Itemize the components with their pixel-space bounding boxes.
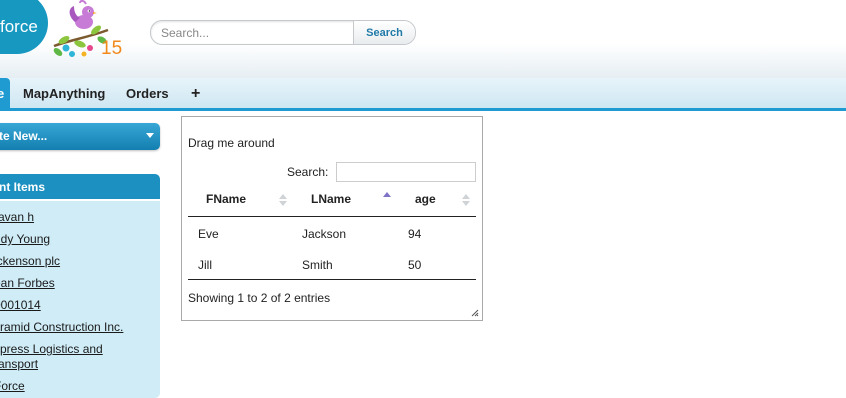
tab-home-label: e [0,86,5,101]
recent-item[interactable]: Force [0,379,25,394]
column-header-label: FName [206,192,247,206]
table-cell: Smith [302,258,333,272]
recent-item[interactable]: yramid Construction Inc. [0,320,123,335]
table-header-divider [188,216,476,217]
draggable-panel[interactable]: Drag me around Search: FName LName age E… [181,116,483,321]
recent-items-header: nt Items [0,174,160,199]
global-search-input[interactable] [151,21,351,44]
resize-handle-icon[interactable] [471,309,479,317]
column-header-fname[interactable]: FName [206,192,246,206]
table-cell: 50 [408,258,422,272]
tab-orders[interactable]: Orders [126,78,169,108]
recent-item[interactable]: ickenson plc [0,254,60,269]
header-bar: force 15 Search [0,0,846,78]
table-cell: Eve [198,227,219,241]
recent-item[interactable]: xpress Logistics and [0,342,103,357]
create-new-label: te New... [0,129,48,143]
global-search-box: Search [150,20,416,45]
table-cell: Jill [198,258,212,272]
table-search-label: Search: [287,165,329,179]
sort-ascending-icon [383,192,391,198]
logo-number: 15 [101,38,123,59]
sort-icon [462,194,470,206]
recent-item[interactable]: ravan h [0,210,34,225]
tab-bar: e MapAnything Orders + [0,78,846,111]
logo-text: force [0,17,38,36]
recent-item[interactable]: ean Forbes [0,276,55,291]
table-info-text: Showing 1 to 2 of 2 entries [188,291,331,305]
create-new-button[interactable]: te New... [0,123,160,150]
column-header-label: age [415,192,436,206]
recent-items-list: ravan h ndy Young ickenson plc ean Forbe… [0,201,160,398]
tab-mapanything-label: MapAnything [23,86,106,101]
tab-home[interactable]: e [0,78,10,108]
table-search-input[interactable] [336,162,476,182]
chevron-down-icon [146,133,154,138]
column-header-age[interactable]: age [415,192,436,206]
recent-item[interactable]: ransport [0,357,38,372]
table-cell: Jackson [302,227,347,241]
global-search-button[interactable]: Search [353,21,415,44]
plus-icon: + [191,85,201,102]
column-header-label: LName [311,192,352,206]
recent-item[interactable]: 0001014 [0,298,41,313]
recent-items-title: nt Items [0,180,46,194]
tab-add[interactable]: + [191,78,200,108]
tab-orders-label: Orders [126,86,169,101]
panel-title: Drag me around [188,136,275,150]
sort-icon [279,194,287,206]
table-cell: 94 [408,227,422,241]
column-header-lname[interactable]: LName [311,192,351,206]
recent-item[interactable]: ndy Young [0,232,50,247]
tab-mapanything[interactable]: MapAnything [23,78,105,108]
table-footer-divider [188,279,476,280]
